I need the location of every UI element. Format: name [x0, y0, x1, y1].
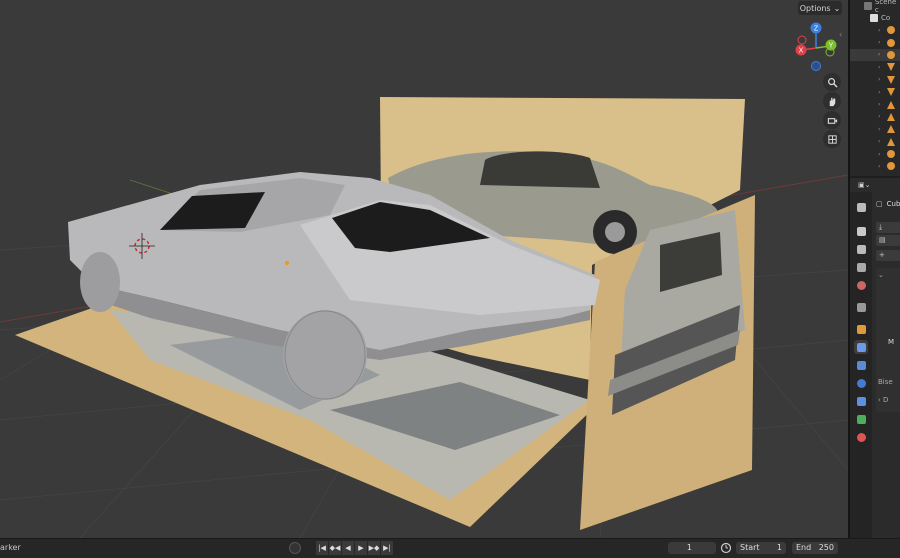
- outliner-item[interactable]: ›: [850, 74, 900, 86]
- light-icon: [887, 162, 895, 171]
- object-name: Cub: [886, 200, 900, 208]
- view-layer-tab-icon[interactable]: [854, 260, 868, 274]
- options-label: Options: [799, 3, 831, 13]
- material-tab-icon[interactable]: [854, 430, 868, 444]
- zoom-icon[interactable]: [823, 73, 841, 91]
- options-button[interactable]: Options ⌄: [798, 1, 842, 15]
- modifier-tab-icon[interactable]: [854, 340, 868, 354]
- right-editors: Scene c Co › › › › › › › › › › › › ▣⌄ ▢ …: [848, 0, 900, 538]
- properties-header[interactable]: ▣⌄: [850, 178, 900, 192]
- mesh-icon: [887, 112, 895, 121]
- clock-icon[interactable]: [720, 542, 732, 554]
- outliner-item[interactable]: ›: [850, 24, 900, 36]
- end-value: 250: [818, 543, 834, 552]
- outliner-scene-row[interactable]: Scene c: [850, 0, 900, 14]
- object-icon: ▢: [876, 200, 883, 208]
- outliner-item[interactable]: ›: [850, 48, 900, 62]
- start-value: 1: [776, 543, 782, 552]
- modifier-label: M: [888, 338, 895, 346]
- play-icon[interactable]: ▶: [355, 541, 367, 555]
- object-name-row[interactable]: ▢ Cub: [876, 200, 900, 208]
- cone-icon: [887, 88, 895, 97]
- outliner-item[interactable]: ›: [850, 36, 900, 48]
- jump-start-icon[interactable]: |◀: [316, 541, 328, 555]
- panel-expand-icon[interactable]: ⌄: [878, 271, 884, 279]
- modifier-dropdown[interactable]: ⤓: [876, 222, 900, 233]
- viewport-scene[interactable]: [0, 0, 848, 538]
- scene-collection-icon: [864, 2, 872, 10]
- tool-tab-icon[interactable]: [854, 200, 868, 214]
- object-tab-icon[interactable]: [854, 322, 868, 336]
- marker-menu[interactable]: arker: [0, 543, 21, 552]
- scene-tab-icon[interactable]: [854, 278, 868, 292]
- object-origin-dot: [284, 260, 290, 266]
- collapsed-subpanel[interactable]: › D: [878, 396, 888, 404]
- camera-icon: [887, 38, 895, 47]
- end-frame-field[interactable]: End 250: [792, 542, 838, 554]
- camera-view-icon[interactable]: [823, 111, 841, 129]
- output-tab-icon[interactable]: [854, 242, 868, 256]
- car-wheel-front: [80, 252, 120, 312]
- add-modifier-button[interactable]: +: [876, 250, 900, 261]
- collection-label: Co: [881, 14, 891, 22]
- properties-tabs[interactable]: [850, 192, 872, 538]
- next-keyframe-icon[interactable]: ▶◆: [368, 541, 380, 555]
- outliner[interactable]: Scene c Co › › › › › › › › › › › ›: [850, 0, 900, 176]
- current-frame-field[interactable]: 1: [668, 542, 716, 554]
- start-frame-field[interactable]: Start 1: [736, 542, 786, 554]
- outliner-item[interactable]: ›: [850, 111, 900, 123]
- render-tab-icon[interactable]: [854, 224, 868, 238]
- end-label: End: [796, 543, 812, 552]
- outliner-item[interactable]: ›: [850, 123, 900, 135]
- camera-icon: [887, 26, 895, 35]
- outliner-item[interactable]: ›: [850, 86, 900, 98]
- camera-icon: [887, 50, 895, 59]
- data-tab-icon[interactable]: [854, 412, 868, 426]
- collection-icon: [870, 14, 878, 22]
- navigation-gizmo[interactable]: Z Y X: [792, 22, 840, 74]
- svg-text:X: X: [799, 48, 804, 55]
- cone-icon: [887, 63, 895, 72]
- perspective-grid-icon[interactable]: [823, 130, 841, 148]
- mesh-icon: [887, 137, 895, 146]
- 3d-viewport[interactable]: Options ⌄ ‹ Z Y X: [0, 0, 848, 538]
- playback-controls: |◀ ◆◀ ◀ ▶ ▶◆ ▶|: [316, 541, 393, 555]
- constraints-tab-icon[interactable]: [854, 394, 868, 408]
- blender-window: Options ⌄ ‹ Z Y X Scene c Co › › › › › ›…: [0, 0, 900, 558]
- outliner-item[interactable]: ›: [850, 160, 900, 172]
- outliner-item[interactable]: ›: [850, 98, 900, 110]
- bisect-label: Bise: [878, 378, 893, 386]
- editor-type-icon[interactable]: ▣⌄: [858, 181, 870, 189]
- properties-body: ▢ Cub ⤓ ▤ + ⌄ M Bise › D: [872, 192, 900, 538]
- auto-keying-icon[interactable]: [289, 542, 301, 554]
- modifier-option[interactable]: ▤: [876, 235, 900, 246]
- start-label: Start: [740, 543, 760, 552]
- world-tab-icon[interactable]: [854, 300, 868, 314]
- timeline-bar: arker |◀ ◆◀ ◀ ▶ ▶◆ ▶| 1 Start 1 End 250: [0, 538, 900, 558]
- outliner-item[interactable]: ›: [850, 61, 900, 73]
- cone-icon: [887, 75, 895, 84]
- mesh-icon: [887, 100, 895, 109]
- play-reverse-icon[interactable]: ◀: [342, 541, 354, 555]
- prev-keyframe-icon[interactable]: ◆◀: [329, 541, 341, 555]
- light-icon: [887, 150, 895, 159]
- physics-tab-icon[interactable]: [854, 376, 868, 390]
- outliner-item[interactable]: ›: [850, 148, 900, 160]
- jump-end-icon[interactable]: ▶|: [381, 541, 393, 555]
- svg-text:Z: Z: [814, 26, 819, 33]
- scene-collection-label: Scene c: [874, 0, 897, 14]
- mesh-icon: [887, 125, 895, 134]
- chevron-down-icon: ⌄: [833, 3, 841, 13]
- car-wheel-rear: [283, 310, 367, 400]
- outliner-item[interactable]: ›: [850, 136, 900, 148]
- particles-tab-icon[interactable]: [854, 358, 868, 372]
- modifier-panel[interactable]: ⌄ M Bise › D: [876, 268, 900, 412]
- pan-hand-icon[interactable]: [823, 92, 841, 110]
